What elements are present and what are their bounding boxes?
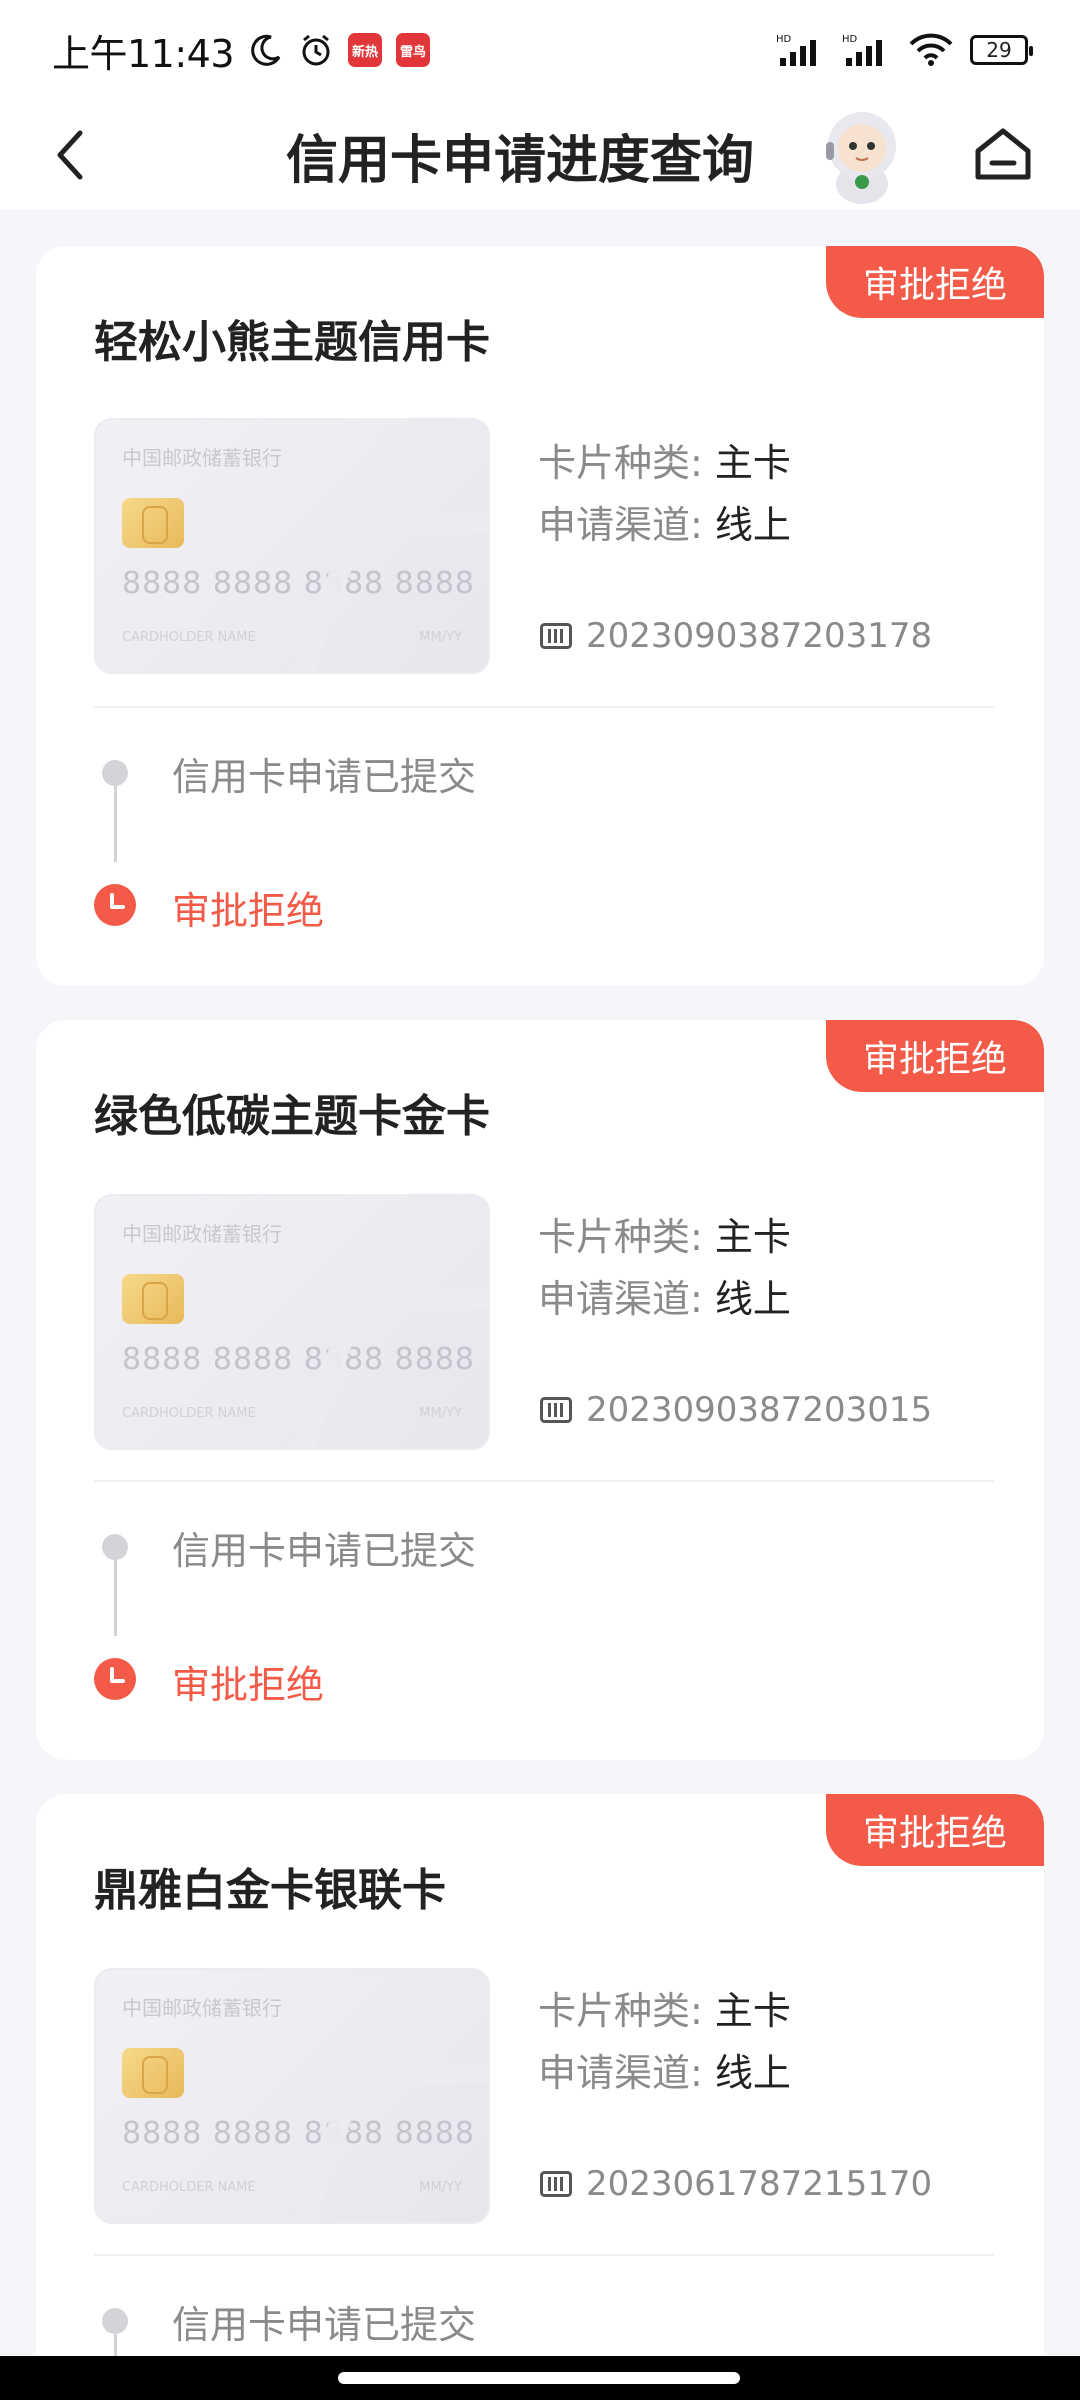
card-bank-name: 中国邮政储蓄银行: [122, 446, 282, 470]
card-type-label: 卡片种类:: [538, 441, 703, 485]
channel-value: 线上: [714, 503, 791, 547]
credit-card-image: 中国邮政储蓄银行 8888 8888 8888 8888 CARDHOLDER …: [94, 418, 490, 674]
wifi-icon: [908, 32, 954, 68]
signal-icon: HD: [776, 32, 826, 68]
application-serial: 2023090387203178: [586, 616, 933, 656]
card-type-value: 主卡: [714, 1215, 791, 1259]
divider: [94, 2254, 994, 2256]
card-bank-name: 中国邮政储蓄银行: [122, 1222, 282, 1246]
divider: [94, 1480, 994, 1482]
app-badge-app-icon: 雷鸟: [396, 33, 431, 67]
card-holder: CARDHOLDER NAME: [122, 1406, 256, 1421]
alarm-icon: [298, 32, 334, 68]
card-type-row: 卡片种类: 主卡: [538, 432, 791, 487]
application-serial: 2023090387203015: [586, 1390, 933, 1430]
timeline-step-result: 审批拒绝: [172, 1663, 325, 1707]
serial-row: 2023090387203178: [540, 616, 932, 656]
channel-value: 线上: [714, 2051, 791, 2095]
status-badge: 审批拒绝: [826, 1794, 1044, 1866]
timeline-dot: [102, 1534, 128, 1560]
application-serial: 2023061787215170: [586, 2164, 933, 2204]
timeline-line: [114, 1560, 117, 1636]
svg-text:HD: HD: [842, 34, 858, 45]
timeline-dot: [102, 2308, 128, 2334]
card-type-row: 卡片种类: 主卡: [538, 1980, 791, 2035]
status-badge: 审批拒绝: [826, 1020, 1044, 1092]
channel-label: 申请渠道:: [538, 2051, 703, 2095]
channel-row: 申请渠道: 线上: [538, 494, 791, 549]
timeline-step-submitted: 信用卡申请已提交: [172, 2303, 477, 2347]
credit-card-image: 中国邮政储蓄银行 8888 8888 8888 8888 CARDHOLDER …: [94, 1968, 490, 2224]
application-card[interactable]: 审批拒绝 轻松小熊主题信用卡 中国邮政储蓄银行 8888 8888 8888 8…: [36, 246, 1044, 986]
card-type-label: 卡片种类:: [538, 1989, 703, 2033]
application-card[interactable]: 审批拒绝 鼎雅白金卡银联卡 中国邮政储蓄银行 8888 8888 8888 88…: [36, 1794, 1044, 2394]
home-button[interactable]: [968, 114, 1038, 194]
channel-row: 申请渠道: 线上: [538, 1268, 791, 1323]
card-type-value: 主卡: [714, 441, 791, 485]
card-type-label: 卡片种类:: [538, 1215, 703, 1259]
status-time: 上午11:43: [52, 31, 235, 76]
barcode-icon: [540, 623, 572, 649]
moon-icon: [248, 32, 284, 68]
chip-icon: [122, 2048, 184, 2098]
channel-row: 申请渠道: 线上: [538, 2042, 791, 2097]
serial-row: 2023061787215170: [540, 2164, 932, 2204]
signal-icon-2: HD: [842, 32, 892, 68]
channel-value: 线上: [714, 1277, 791, 1321]
timeline-step-submitted: 信用卡申请已提交: [172, 755, 477, 799]
app-badge-news-icon: 新热: [348, 33, 383, 67]
divider: [94, 706, 994, 708]
card-type-value: 主卡: [714, 1989, 791, 2033]
card-product-name: 轻松小熊主题信用卡: [94, 317, 490, 368]
status-badge: 审批拒绝: [826, 246, 1044, 318]
card-product-name: 绿色低碳主题卡金卡: [94, 1091, 490, 1142]
svg-text:HD: HD: [776, 34, 792, 45]
barcode-icon: [540, 2171, 572, 2197]
channel-label: 申请渠道:: [538, 1277, 703, 1321]
timeline-line: [114, 786, 117, 862]
card-type-row: 卡片种类: 主卡: [538, 1206, 791, 1261]
application-card[interactable]: 审批拒绝 绿色低碳主题卡金卡 中国邮政储蓄银行 8888 8888 8888 8…: [36, 1020, 1044, 1760]
card-bank-name: 中国邮政储蓄银行: [122, 1996, 282, 2020]
chip-icon: [122, 1274, 184, 1324]
card-holder: CARDHOLDER NAME: [122, 2180, 256, 2195]
timeline-step-submitted: 信用卡申请已提交: [172, 1529, 477, 1573]
status-bar: 上午11:43 新热 雷鸟 HD HD 29: [0, 0, 1080, 100]
card-product-name: 鼎雅白金卡银联卡: [94, 1865, 446, 1916]
header: 信用卡申请进度查询: [0, 100, 1080, 210]
mascot-icon[interactable]: [812, 102, 912, 206]
home-icon: [975, 128, 1031, 180]
battery-icon: 29: [970, 35, 1033, 65]
credit-card-image: 中国邮政储蓄银行 8888 8888 8888 8888 CARDHOLDER …: [94, 1194, 490, 1450]
chip-icon: [122, 498, 184, 548]
clock-icon: [94, 1658, 136, 1700]
card-holder: CARDHOLDER NAME: [122, 630, 256, 645]
barcode-icon: [540, 1397, 572, 1423]
clock-icon: [94, 884, 136, 926]
home-indicator[interactable]: [338, 2372, 740, 2384]
timeline-dot: [102, 760, 128, 786]
serial-row: 2023090387203015: [540, 1390, 932, 1430]
channel-label: 申请渠道:: [538, 503, 703, 547]
timeline-step-result: 审批拒绝: [172, 889, 325, 933]
